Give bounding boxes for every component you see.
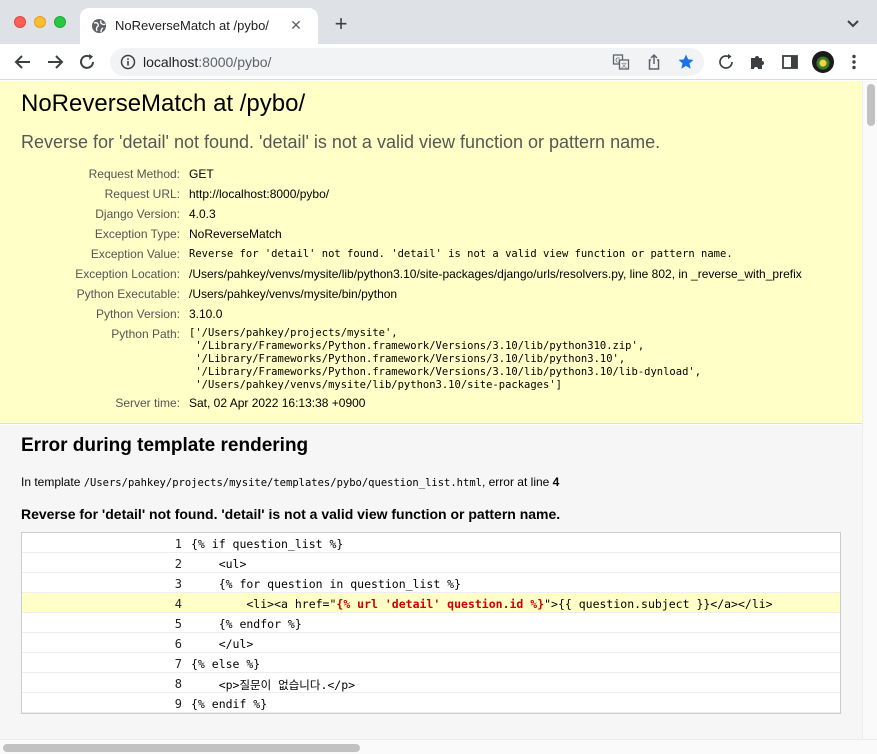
vertical-scrollbar[interactable] <box>862 81 877 739</box>
forward-arrow-icon[interactable] <box>44 51 66 73</box>
line-number: 4 <box>174 597 182 611</box>
page-viewport: NoReverseMatch at /pybo/ Reverse for 'de… <box>0 81 862 739</box>
globe-icon <box>92 19 106 33</box>
plus-icon[interactable]: + <box>330 13 352 35</box>
back-arrow-icon[interactable] <box>12 51 34 73</box>
side-panel-icon[interactable] <box>779 51 801 73</box>
info-icon[interactable] <box>120 54 136 70</box>
source-line: 8 <p>질문이 없습니다.</p> <box>22 673 840 693</box>
meta-key: Python Version: <box>95 307 180 321</box>
line-code: {% else %} <box>191 657 261 671</box>
line-number: 3 <box>174 577 182 591</box>
page-title: NoReverseMatch at /pybo/ <box>21 90 306 117</box>
line-number: 1 <box>174 537 182 551</box>
meta-value: http://localhost:8000/pybo/ <box>189 187 330 201</box>
refresh-circle-icon[interactable] <box>715 51 737 73</box>
meta-value: 4.0.3 <box>189 207 216 221</box>
browser-tab[interactable]: NoReverseMatch at /pybo/ ✕ <box>80 8 318 44</box>
code-before: <li><a href=" <box>191 597 337 611</box>
meta-key: Python Path: <box>111 327 180 341</box>
error-summary: NoReverseMatch at /pybo/ Reverse for 'de… <box>0 81 862 424</box>
meta-key: Exception Type: <box>94 227 180 241</box>
close-icon[interactable]: ✕ <box>287 16 305 34</box>
line-code: <ul> <box>191 557 247 571</box>
meta-key: Request URL: <box>104 187 180 201</box>
url-text[interactable]: localhost:8000/pybo/ <box>143 54 271 70</box>
reload-icon[interactable] <box>76 51 98 73</box>
minimize-window-button[interactable] <box>34 16 46 28</box>
line-number: 5 <box>174 617 182 631</box>
translate-icon[interactable]: G 文 <box>612 53 630 71</box>
svg-text:文: 文 <box>621 62 627 70</box>
line-code: {% for question in question_list %} <box>191 577 462 591</box>
browser-toolbar: localhost:8000/pybo/ G 文 <box>0 44 877 80</box>
template-error-message: Reverse for 'detail' not found. 'detail'… <box>21 506 561 522</box>
meta-value: GET <box>189 167 214 181</box>
python-path-value: ['/Users/pahkey/projects/mysite', '/Libr… <box>189 327 702 391</box>
meta-value: 3.10.0 <box>189 307 223 321</box>
star-icon[interactable] <box>677 53 695 71</box>
meta-key: Server time: <box>115 396 180 410</box>
source-listing: 1 {% if question_list %} 2 <ul> 3 {% for… <box>21 532 841 714</box>
source-line: 9 {% endif %} <box>22 693 840 713</box>
line-number: 7 <box>174 657 182 671</box>
meta-key: Request Method: <box>88 167 180 181</box>
source-line-error: 4 <li><a href="{% url 'detail' question.… <box>22 593 840 613</box>
tab-title: NoReverseMatch at /pybo/ <box>115 18 269 33</box>
line-code: <p>질문이 없습니다.</p> <box>191 678 356 692</box>
meta-value: NoReverseMatch <box>189 227 282 241</box>
line-code: {% if question_list %} <box>191 537 344 551</box>
failing-template-tag: {% url 'detail' question.id %} <box>336 597 545 611</box>
code-after: ">{{ question.subject }}</a></li> <box>544 597 773 611</box>
line-number: 8 <box>174 677 182 691</box>
zoom-window-button[interactable] <box>54 16 66 28</box>
source-line: 3 {% for question in question_list %} <box>22 573 840 593</box>
horizontal-scroll-thumb[interactable] <box>3 744 360 752</box>
source-line: 2 <ul> <box>22 553 840 573</box>
line-code: <li><a href="{% url 'detail' question.id… <box>191 597 773 611</box>
error-line-number: 4 <box>552 475 560 489</box>
source-line: 5 {% endfor %} <box>22 613 840 633</box>
exception-message: Reverse for 'detail' not found. 'detail'… <box>21 132 661 152</box>
close-window-button[interactable] <box>14 16 26 28</box>
meta-key: Exception Value: <box>90 247 180 261</box>
source-line: 7 {% else %} <box>22 653 840 673</box>
error-at-line-label: , error at line <box>481 475 553 489</box>
chevron-down-icon[interactable] <box>844 14 862 32</box>
line-number: 2 <box>174 557 182 571</box>
section-heading: Error during template rendering <box>21 435 309 456</box>
template-location: In template /Users/pahkey/projects/mysit… <box>21 475 559 489</box>
line-code: {% endif %} <box>191 697 268 711</box>
meta-key: Exception Location: <box>75 267 180 281</box>
template-error-section: Error during template rendering In templ… <box>0 425 862 739</box>
url-path: :8000/pybo/ <box>198 54 272 70</box>
line-number: 6 <box>174 637 182 651</box>
puzzle-icon[interactable] <box>747 51 769 73</box>
meta-value: Reverse for 'detail' not found. 'detail'… <box>189 248 733 260</box>
source-line: 1 {% if question_list %} <box>22 533 840 553</box>
meta-key: Python Executable: <box>76 287 180 301</box>
meta-value: /Users/pahkey/venvs/mysite/bin/python <box>189 287 398 301</box>
address-bar[interactable]: localhost:8000/pybo/ G 文 <box>110 48 704 76</box>
line-code: {% endfor %} <box>191 617 302 631</box>
svg-text:G: G <box>615 57 620 65</box>
vertical-scroll-thumb[interactable] <box>867 84 875 126</box>
share-icon[interactable] <box>645 53 663 71</box>
url-host: localhost <box>143 54 199 70</box>
tab-bar: NoReverseMatch at /pybo/ ✕ + <box>0 0 877 44</box>
line-code: </ul> <box>191 637 254 651</box>
meta-key: Django Version: <box>95 207 180 221</box>
profile-avatar[interactable] <box>812 51 834 73</box>
template-path: /Users/pahkey/projects/mysite/templates/… <box>83 477 482 489</box>
horizontal-scrollbar[interactable] <box>0 739 877 754</box>
more-vert-icon[interactable] <box>843 51 865 73</box>
source-line: 6 </ul> <box>22 633 840 653</box>
meta-value: Sat, 02 Apr 2022 16:13:38 +0900 <box>189 396 366 410</box>
in-template-label: In template <box>21 475 84 489</box>
line-number: 9 <box>174 697 182 711</box>
meta-value: /Users/pahkey/venvs/mysite/lib/python3.1… <box>189 267 802 281</box>
